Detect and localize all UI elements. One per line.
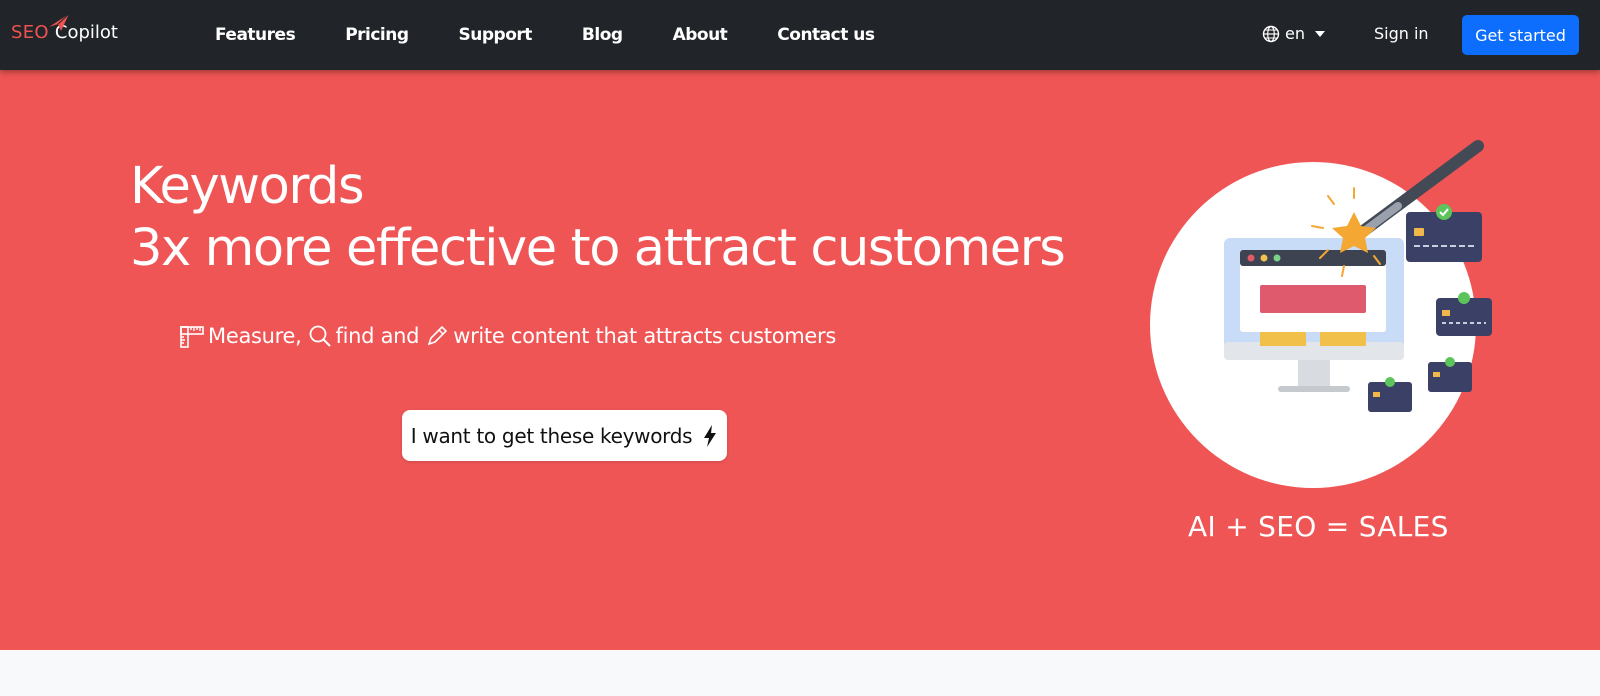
next-section [0,650,1600,696]
paper-plane-icon [49,13,70,31]
language-code: en [1285,24,1305,43]
pencil-icon [425,324,449,348]
sign-in-link[interactable]: Sign in [1374,24,1429,43]
language-selector[interactable]: en [1262,24,1325,43]
brand-logo[interactable]: SEO Copilot [11,13,118,50]
main-nav: Features Pricing Support Blog About Cont… [215,0,925,70]
nav-link-blog[interactable]: Blog [582,25,623,45]
subtitle-write: write content that attracts customers [453,324,837,348]
get-keywords-button[interactable]: I want to get these keywords [402,410,727,461]
hero-title: Keywords 3x more effective to attract cu… [130,156,1066,280]
caret-down-icon [1314,30,1325,37]
nav-link-features[interactable]: Features [215,25,296,45]
lightning-icon [702,424,718,448]
get-started-button[interactable]: Get started [1462,15,1579,55]
ruler-icon [180,324,204,348]
top-navbar: SEO Copilot Features Pricing Support Blo… [0,0,1600,70]
hero-tagline: AI + SEO = SALES [1188,510,1449,543]
nav-link-support[interactable]: Support [459,25,533,45]
subtitle-measure: Measure, [208,324,302,348]
subtitle-find: find and [335,324,420,348]
nav-link-contact[interactable]: Contact us [777,25,875,45]
globe-icon [1262,25,1280,42]
hero-title-line1: Keywords [130,157,365,216]
nav-link-pricing[interactable]: Pricing [345,25,409,45]
hero-illustration [1150,140,1492,488]
nav-link-about[interactable]: About [673,25,728,45]
hero-section: Keywords 3x more effective to attract cu… [0,70,1600,650]
hero-title-line2: 3x more effective to attract customers [130,219,1066,278]
cta-label: I want to get these keywords [410,423,693,448]
brand-seo-text: SEO [11,21,49,43]
hero-subtitle: Measure, find and write content that att… [180,324,836,348]
search-icon [308,324,332,348]
